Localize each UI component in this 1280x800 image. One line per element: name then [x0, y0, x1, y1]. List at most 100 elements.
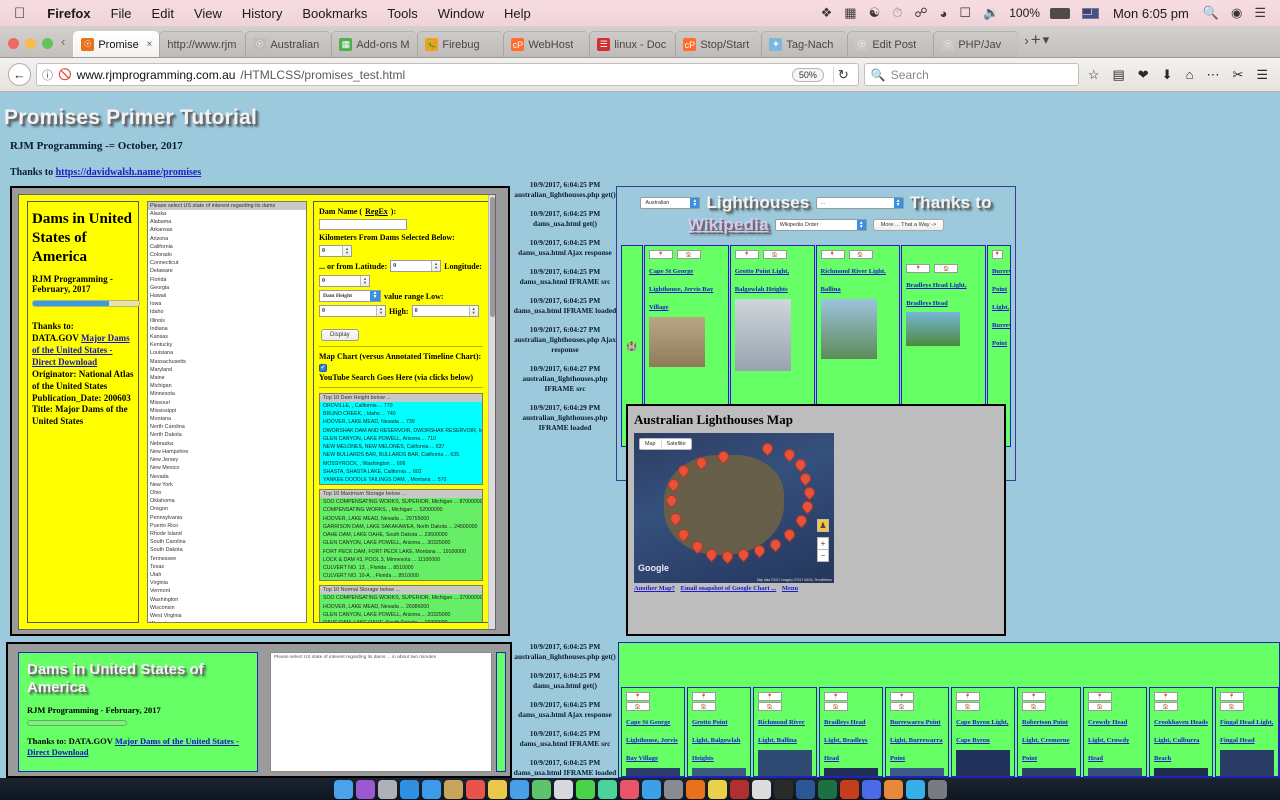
state-option[interactable]: Nevada — [148, 473, 306, 481]
back-arrow-icon[interactable]: ← — [8, 63, 31, 86]
menu-item-window[interactable]: Window — [428, 6, 494, 21]
result-row[interactable]: HOOVER, LAKE MEAD, Nevada ... 26086000 — [320, 603, 482, 611]
state-option[interactable]: Oregon — [148, 505, 306, 513]
spotlight-search-icon[interactable]: 🔍 — [1197, 5, 1225, 21]
result-row[interactable]: LOCK & DAM #3, POOL 3, Minnesota ... 111… — [320, 556, 482, 564]
bluetooth-icon[interactable]: ☍ — [908, 5, 933, 21]
overflow-icon[interactable]: ⋯ — [1202, 67, 1223, 83]
lighthouse-photo[interactable] — [758, 750, 812, 776]
photo-icon[interactable]: 🏠 — [692, 702, 716, 711]
dock-firefox-icon[interactable] — [685, 780, 705, 799]
wifi-icon[interactable]: ◕ — [934, 6, 954, 21]
dock-terminal-icon[interactable] — [773, 780, 793, 799]
state-option[interactable]: Alaska — [148, 210, 306, 218]
dock-facetime-icon[interactable] — [597, 780, 617, 799]
dock-excel-icon[interactable] — [817, 780, 837, 799]
bottom-lighthouse-card[interactable]: 📍 🏠 Cape Byron Light, Cape Byron — [951, 687, 1015, 777]
high-stepper[interactable]: 0 ▲ ▼ — [411, 305, 479, 317]
photo-icon[interactable]: 🏠 — [824, 702, 848, 711]
map-pin-icon[interactable]: 📍 — [1154, 692, 1178, 701]
menu-item-view[interactable]: View — [184, 6, 232, 21]
map-pin-icon[interactable] — [666, 495, 675, 507]
dock-vlc-icon[interactable] — [883, 780, 903, 799]
photo-icon[interactable]: 🏠 — [626, 702, 650, 711]
davidwalsh-link[interactable]: https://davidwalsh.name/promises — [56, 167, 202, 178]
bottom-lighthouse-card[interactable]: 📍 🏠 Robertson Point Light, Cremorne Point — [1017, 687, 1081, 777]
map-pin-icon[interactable] — [784, 449, 793, 461]
state-option[interactable]: Illinois — [148, 317, 306, 325]
state-option[interactable]: Utah — [148, 571, 306, 579]
result-row[interactable]: NEW MELONES, NEW MELONES, California ...… — [320, 443, 482, 451]
state-option[interactable]: Ohio — [148, 489, 306, 497]
longitude-value[interactable]: 0 — [320, 276, 360, 286]
maximize-window-button[interactable] — [42, 38, 53, 49]
screenshot-icon[interactable]: ✂ — [1228, 67, 1247, 83]
dock-trash-icon[interactable] — [927, 780, 947, 799]
zoom-level-badge[interactable]: 50% — [791, 67, 824, 82]
state-option[interactable]: Louisiana — [148, 349, 306, 357]
state-options[interactable]: Alaska Alabama Arkansas Arizona California Co… — [148, 210, 306, 622]
map-pin-icon[interactable]: 📍 — [1022, 692, 1046, 701]
bottom-lighthouse-card[interactable]: 📍 🏠 Bradleys Head Light, Bradleys Head — [819, 687, 883, 777]
photo-icon[interactable]: 🏠 — [956, 702, 980, 711]
lighthouse-photo[interactable] — [824, 768, 878, 776]
dock-filezilla-icon[interactable] — [729, 780, 749, 799]
result-row[interactable]: OROVILLE, , California ... 770 — [320, 402, 482, 410]
menu-item-tools[interactable]: Tools — [377, 6, 427, 21]
map-pin-icon[interactable]: 📍 — [890, 692, 914, 701]
stepper-arrows-icon[interactable]: ▲ ▼ — [342, 246, 351, 256]
map-pin-icon[interactable]: 📍 — [824, 692, 848, 701]
map-pin-icon[interactable] — [718, 451, 727, 463]
result-row[interactable]: NEW BULLARDS BAR, BULLARDS BAR, Californ… — [320, 451, 482, 459]
bottom-lighthouse-card[interactable]: 📍 🏠 Burrewarra Point Light, Burrewarra Poi… — [885, 687, 949, 777]
mixed-content-warning-icon[interactable]: 🚫 — [58, 68, 72, 81]
map-pin-icon[interactable] — [770, 539, 779, 551]
email-snapshot-link[interactable]: Email snapshot of Google Chart ... — [681, 585, 777, 592]
dropbox-icon[interactable]: ❖ — [815, 5, 839, 21]
bottom-state-list[interactable]: Please select US state of interest regar… — [270, 652, 492, 772]
page-info-icon[interactable]: ⓘ — [42, 67, 53, 83]
lighthouse-photo[interactable] — [649, 317, 705, 367]
stepper-arrows-icon[interactable]: ▲ ▼ — [360, 276, 369, 286]
result-row[interactable]: OAHE DAM, LAKE OAHE, South Dakota ... 19… — [320, 619, 482, 622]
airplay-icon[interactable]: ☐ — [953, 5, 977, 21]
state-option[interactable]: Maine — [148, 374, 306, 382]
dock-appstore-icon[interactable] — [641, 780, 661, 799]
satellite-tab[interactable]: Satellite — [660, 439, 691, 449]
state-option[interactable]: California — [148, 243, 306, 251]
lighthouse-photo[interactable] — [1154, 768, 1208, 776]
map-pin-icon[interactable] — [706, 549, 715, 561]
dock-xcode-icon[interactable] — [861, 780, 881, 799]
state-option[interactable]: South Carolina — [148, 538, 306, 546]
dam-height-rows[interactable]: OROVILLE, , California ... 770 BRUNO CREE… — [320, 402, 482, 484]
state-option[interactable]: Hawaii — [148, 292, 306, 300]
another-map-link[interactable]: Another Map? — [634, 585, 675, 592]
lighthouse-name[interactable]: Cape St George Lighthouse, Jervis Bay Vi… — [649, 268, 713, 311]
lighthouse-photo[interactable] — [890, 768, 944, 776]
lighthouse-name[interactable]: Richmond River Light, Ballina — [758, 719, 805, 744]
dock-calendar-icon[interactable] — [465, 780, 485, 799]
result-row[interactable]: MOSSYROCK, , Washington ... 606 — [320, 460, 482, 468]
lighthouse-name[interactable]: Bradleys Head Light, Bradleys Head — [906, 282, 966, 307]
state-option[interactable]: Idaho — [148, 308, 306, 316]
state-option[interactable]: North Dakota — [148, 431, 306, 439]
map-zoom-out-button[interactable]: − — [817, 549, 829, 562]
browser-tab-stopstart[interactable]: cP Stop/Start — [675, 31, 762, 57]
map-pin-icon[interactable]: 📍 — [820, 250, 845, 259]
state-option[interactable]: Tennessee — [148, 555, 306, 563]
longitude-stepper[interactable]: 0 ▲ ▼ — [319, 275, 370, 287]
result-row[interactable]: SOO COMPENSATING WORKS, SUPERIOR, Michig… — [320, 594, 482, 602]
state-option[interactable]: Montana — [148, 415, 306, 423]
menu-item-bookmarks[interactable]: Bookmarks — [292, 6, 377, 21]
menu-item-help[interactable]: Help — [494, 6, 541, 21]
australia-flag-icon[interactable] — [1076, 7, 1105, 19]
volume-icon[interactable]: 🔉 — [977, 5, 1005, 21]
chevron-down-icon[interactable]: ▲ ▼ — [893, 198, 903, 208]
map-pin-icon[interactable] — [800, 473, 809, 485]
bottom-lighthouse-card[interactable]: 📍 🏠 Crowdy Head Light, Crowdy Head — [1083, 687, 1147, 777]
map-pin-icon[interactable]: 📍 — [734, 250, 759, 259]
bookmark-star-icon[interactable]: ☆ — [1084, 67, 1104, 83]
photo-icon[interactable]: 🏠 — [934, 264, 959, 273]
map-pin-icon[interactable] — [696, 457, 705, 469]
map-pin-icon[interactable] — [692, 541, 701, 553]
